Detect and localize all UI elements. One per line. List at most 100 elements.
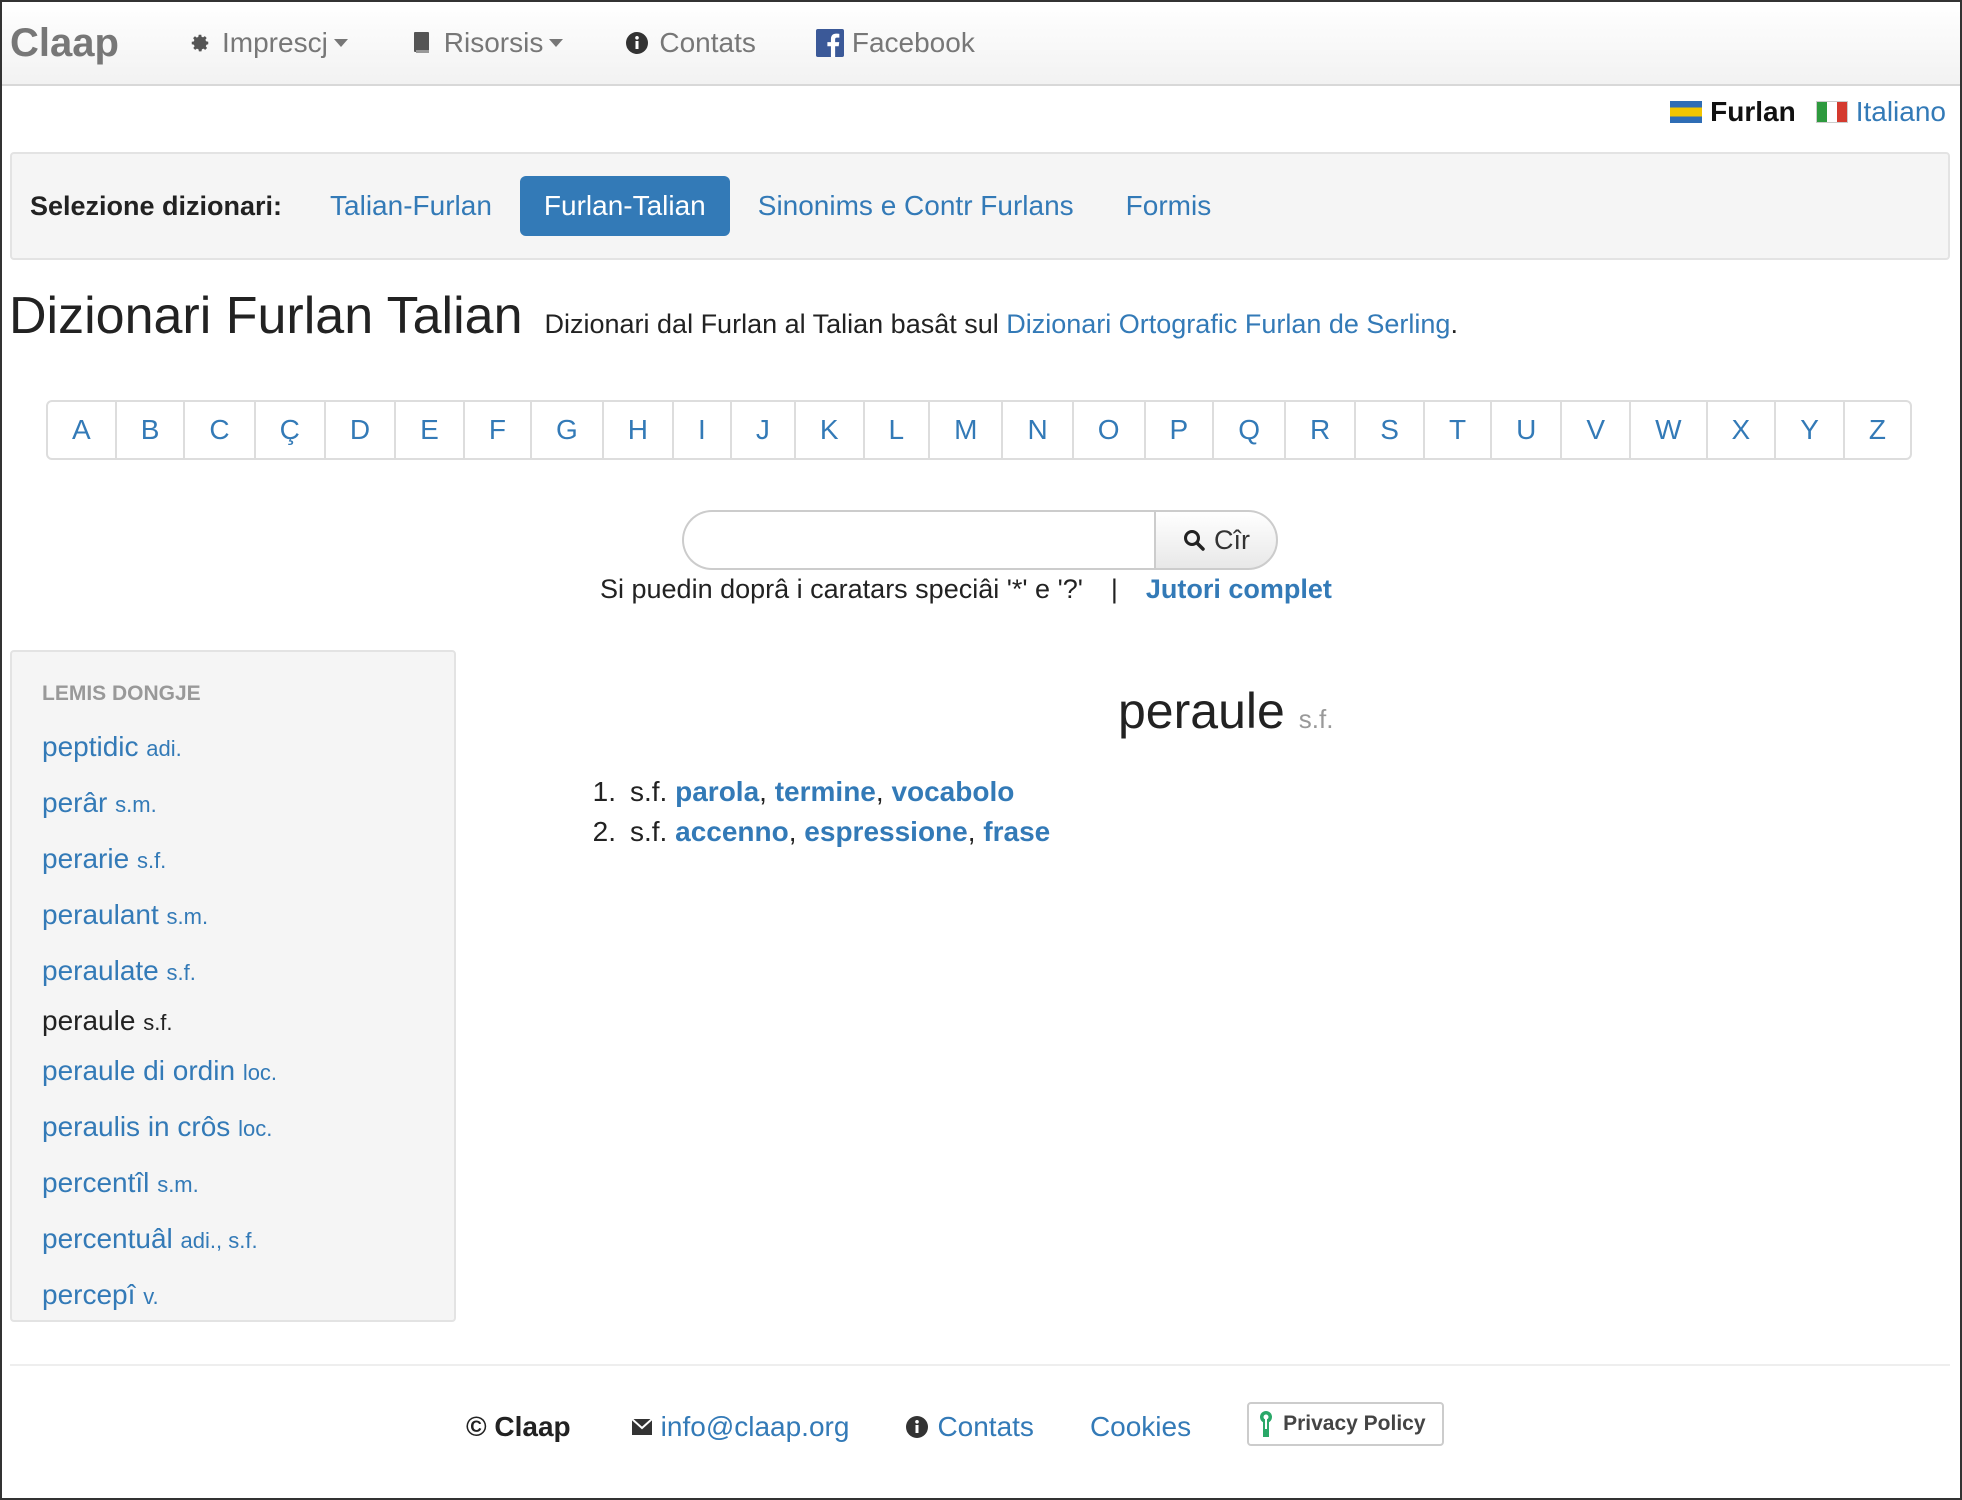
footer-email-link[interactable]: info@claap.org bbox=[661, 1411, 850, 1443]
navbar: Claap Imprescj Risorsis Contats Facebook bbox=[2, 2, 1960, 86]
alphabet-letter[interactable]: V bbox=[1560, 402, 1629, 458]
search-button[interactable]: Cîr bbox=[1154, 510, 1278, 570]
search-form: Cîr bbox=[682, 510, 1278, 570]
nav-contats[interactable]: Contats bbox=[623, 27, 756, 59]
translation-link[interactable]: vocabolo bbox=[891, 776, 1014, 807]
footer-email[interactable]: info@claap.org bbox=[631, 1411, 850, 1443]
footer-contats[interactable]: Contats bbox=[905, 1411, 1034, 1443]
entry-header: peraule s.f. bbox=[1118, 682, 1333, 740]
page-title: Dizionari Furlan Talian bbox=[9, 287, 523, 345]
info-icon bbox=[905, 1415, 929, 1439]
search-help-text: Si puedin doprâ i caratars speciâi '*' e… bbox=[600, 574, 1083, 604]
serling-dictionary-link[interactable]: Dizionari Ortografic Furlan de Serling bbox=[1006, 309, 1450, 339]
nearby-word-pos: s.f. bbox=[166, 960, 196, 985]
dict-formis[interactable]: Formis bbox=[1102, 176, 1236, 236]
nav-contats-label: Contats bbox=[659, 27, 756, 58]
definition-pos: s.f. bbox=[630, 776, 668, 807]
definition-number: 2. bbox=[592, 816, 616, 847]
nearby-word-pos: loc. bbox=[242, 1060, 278, 1085]
page-subtitle: Dizionari dal Furlan al Talian basât sul… bbox=[545, 309, 1458, 340]
definition-item: 1. s.f. parola, termine, vocabolo bbox=[574, 772, 1050, 812]
nearby-words-panel: LEMIS DONGJE peptidic adi. perâr s.m. pera… bbox=[10, 650, 456, 1322]
alphabet-letter[interactable]: T bbox=[1422, 402, 1490, 458]
alphabet-letter[interactable]: O bbox=[1071, 402, 1144, 458]
alphabet-letter[interactable]: I bbox=[672, 402, 730, 458]
alphabet-letter[interactable]: H bbox=[601, 402, 672, 458]
definition-body: s.f. accenno, espressione, frase bbox=[630, 816, 1051, 847]
alphabet-letter[interactable]: Z bbox=[1842, 402, 1910, 458]
alphabet-letter[interactable]: X bbox=[1705, 402, 1775, 458]
nav-impresc[interactable]: Imprescj bbox=[186, 27, 348, 59]
furlan-flag-icon bbox=[1670, 101, 1703, 123]
nearby-word-link[interactable]: percentîl s.m. bbox=[42, 1156, 454, 1212]
alphabet-letter[interactable]: U bbox=[1490, 402, 1560, 458]
alphabet-letter[interactable]: N bbox=[1001, 402, 1071, 458]
nearby-word-pos: adi. bbox=[146, 736, 182, 761]
alphabet-letter[interactable]: Ç bbox=[253, 402, 324, 458]
alphabet-letter[interactable]: P bbox=[1143, 402, 1213, 458]
facebook-icon bbox=[815, 29, 844, 57]
nearby-word-link[interactable]: peraulate s.f. bbox=[42, 944, 454, 1000]
nearby-word-pos: v. bbox=[143, 1284, 159, 1309]
chevron-down-icon bbox=[333, 39, 348, 47]
nearby-word-link[interactable]: percepî v. bbox=[42, 1268, 454, 1324]
dict-talian-furlan[interactable]: Talian-Furlan bbox=[306, 176, 516, 236]
alphabet-letter[interactable]: R bbox=[1284, 402, 1354, 458]
alphabet-letter[interactable]: A bbox=[48, 402, 115, 458]
alphabet-letter[interactable]: L bbox=[862, 402, 929, 458]
alphabet-letter[interactable]: J bbox=[729, 402, 794, 458]
search-input[interactable] bbox=[682, 510, 1154, 570]
info-icon bbox=[623, 29, 651, 57]
footer-cookies-link[interactable]: Cookies bbox=[1090, 1411, 1191, 1443]
footer: © Claap info@claap.org Contats Cookies P… bbox=[466, 1402, 1444, 1446]
keyhole-icon bbox=[1259, 1410, 1273, 1438]
nearby-word: percentuâl bbox=[42, 1223, 173, 1254]
full-help-link[interactable]: Jutori complet bbox=[1146, 574, 1332, 605]
nav-risorsis-label: Risorsis bbox=[443, 27, 544, 58]
translation-link[interactable]: accenno bbox=[675, 816, 789, 847]
nearby-word: percepî bbox=[42, 1279, 136, 1310]
nearby-word-link[interactable]: peraule di ordin loc. bbox=[42, 1044, 454, 1100]
nearby-word-link[interactable]: peraulant s.m. bbox=[42, 888, 454, 944]
nearby-word-link[interactable]: peraulis in crôs loc. bbox=[42, 1100, 454, 1156]
definition-number: 1. bbox=[592, 776, 616, 807]
footer-cookies[interactable]: Cookies bbox=[1090, 1411, 1191, 1443]
alphabet-letter[interactable]: D bbox=[323, 402, 394, 458]
nearby-word-pos: s.m. bbox=[115, 792, 157, 817]
translation-link[interactable]: frase bbox=[983, 816, 1050, 847]
dict-furlan-talian[interactable]: Furlan-Talian bbox=[519, 176, 730, 236]
privacy-policy-button[interactable]: Privacy Policy bbox=[1247, 1402, 1444, 1446]
nav-facebook[interactable]: Facebook bbox=[815, 27, 975, 59]
nearby-word-link[interactable]: perâr s.m. bbox=[42, 776, 454, 832]
alphabet-letter[interactable]: Q bbox=[1212, 402, 1284, 458]
nearby-word-link[interactable]: percentuâl adi., s.f. bbox=[42, 1212, 454, 1268]
dict-sinonims[interactable]: Sinonims e Contr Furlans bbox=[734, 176, 1098, 236]
nearby-word: peptidic bbox=[42, 731, 139, 762]
nearby-word-link[interactable]: peptidic adi. bbox=[42, 720, 454, 776]
alphabet-letter[interactable]: E bbox=[394, 402, 463, 458]
alphabet-letter[interactable]: F bbox=[462, 402, 530, 458]
book-icon bbox=[408, 29, 436, 57]
translation-link[interactable]: termine bbox=[775, 776, 876, 807]
nav-risorsis[interactable]: Risorsis bbox=[408, 27, 564, 59]
alphabet-letter[interactable]: M bbox=[928, 402, 1001, 458]
nav-facebook-label: Facebook bbox=[851, 27, 975, 58]
alphabet-bar: ABCÇDEFGHIJKLMNOPQRSTUVWXYZ bbox=[46, 400, 1912, 460]
page-heading: Dizionari Furlan Talian Dizionari dal Fu… bbox=[9, 286, 1458, 346]
translation-link[interactable]: espressione bbox=[804, 816, 967, 847]
gear-icon bbox=[186, 29, 214, 57]
footer-contats-link[interactable]: Contats bbox=[937, 1411, 1034, 1443]
alphabet-letter[interactable]: Y bbox=[1774, 402, 1843, 458]
nearby-word-link[interactable]: perarie s.f. bbox=[42, 832, 454, 888]
language-italiano-link[interactable]: Italiano bbox=[1856, 96, 1946, 128]
alphabet-letter[interactable]: K bbox=[793, 402, 863, 458]
subtitle-period: . bbox=[1450, 309, 1458, 339]
brand-logo[interactable]: Claap bbox=[10, 21, 186, 66]
alphabet-letter[interactable]: C bbox=[183, 402, 253, 458]
alphabet-letter[interactable]: S bbox=[1354, 402, 1423, 458]
alphabet-letter[interactable]: G bbox=[529, 402, 602, 458]
nearby-word-pos: s.f. bbox=[143, 1010, 173, 1035]
translation-link[interactable]: parola bbox=[675, 776, 759, 807]
alphabet-letter[interactable]: B bbox=[114, 402, 184, 458]
alphabet-letter[interactable]: W bbox=[1629, 402, 1705, 458]
